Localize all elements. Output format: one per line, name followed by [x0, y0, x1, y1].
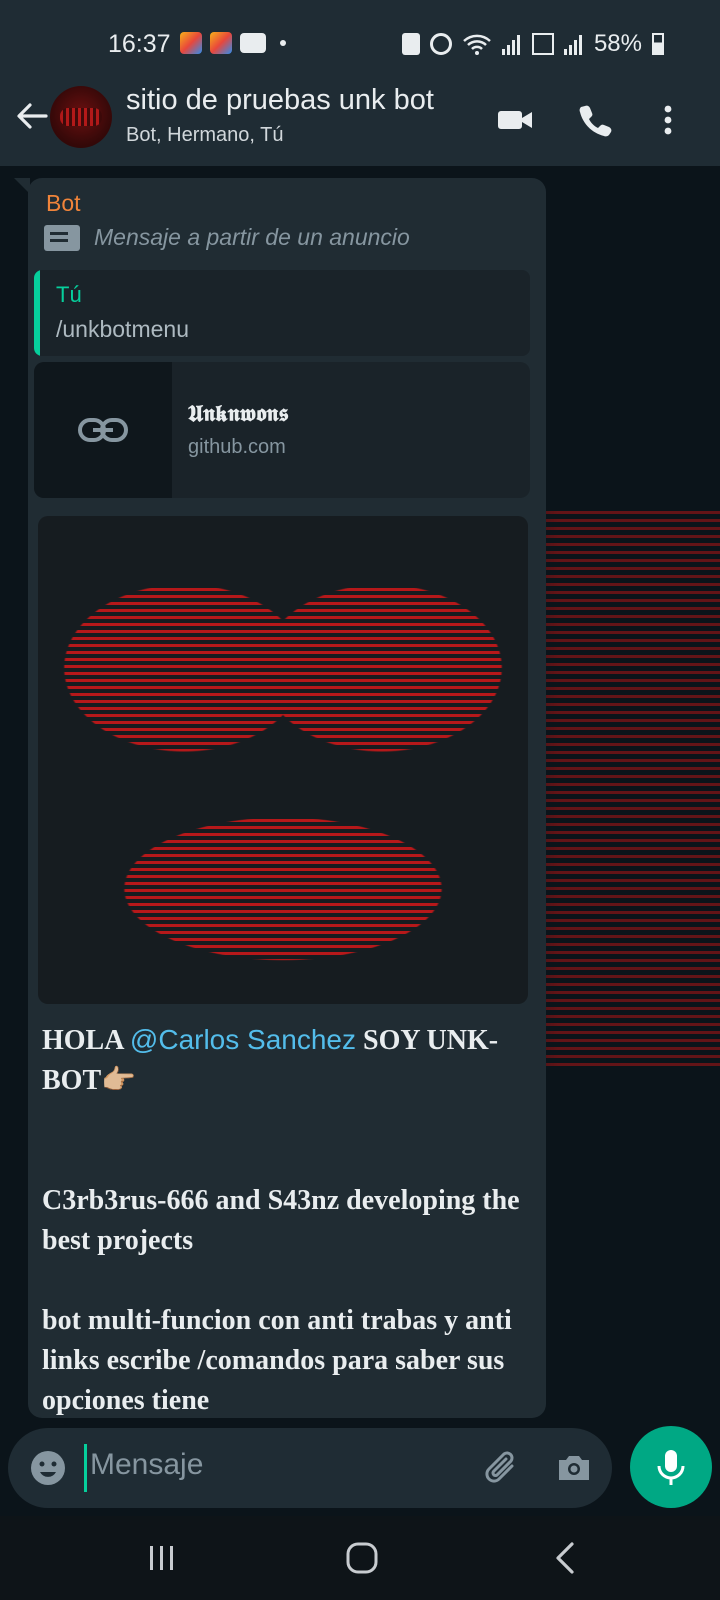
- greeting-prefix: HOLA: [42, 1025, 130, 1056]
- group-avatar[interactable]: [50, 86, 112, 148]
- quote-bar: [34, 270, 40, 356]
- alarm-icon: [429, 33, 452, 55]
- home-icon[interactable]: [342, 1538, 382, 1578]
- greeting-line: HOLA @Carlos Sanchez SOY UNK-BOT👉🏼: [42, 1020, 532, 1101]
- attach-icon[interactable]: [482, 1446, 522, 1490]
- link-domain: github.com: [188, 436, 286, 458]
- video-call-icon[interactable]: [494, 98, 538, 142]
- back-arrow-icon[interactable]: [12, 96, 52, 136]
- more-options-icon[interactable]: [646, 98, 690, 142]
- ad-note-text: Mensaje a partir de un anuncio: [94, 224, 410, 250]
- mention-link[interactable]: @Carlos Sanchez: [130, 1024, 356, 1055]
- signal-icon: [501, 35, 520, 55]
- message-bubble[interactable]: Bot Mensaje a partir de un anuncio Tú /u…: [28, 178, 546, 1418]
- message-image[interactable]: [38, 516, 528, 1004]
- text-cursor: [84, 1444, 87, 1492]
- battery-icon: [652, 33, 664, 55]
- link-title: 𝖀𝖓𝖐𝖓𝖜𝖔𝖓𝖘: [188, 400, 289, 427]
- message-line: C3rb3rus-666 and S43nz developing the be…: [42, 1185, 520, 1256]
- recycle-icon: [401, 33, 420, 55]
- message-line: bot multi-funcion con anti trabas y anti…: [42, 1305, 512, 1416]
- more-notifications-dot-icon: [280, 40, 286, 46]
- chat-header: sitio de pruebas unk bot Bot, Hermano, T…: [0, 78, 720, 166]
- camera-icon[interactable]: [554, 1448, 594, 1488]
- microphone-icon: [657, 1450, 685, 1485]
- voice-message-button[interactable]: [630, 1426, 712, 1508]
- youtube-icon: [240, 33, 266, 53]
- message-sender: Bot: [46, 190, 81, 216]
- notification-icons: [180, 32, 286, 54]
- link-preview[interactable]: 𝖀𝖓𝖐𝖓𝖜𝖔𝖓𝖘 github.com: [34, 362, 530, 498]
- app-notification-icon: [210, 32, 232, 54]
- voice-call-icon[interactable]: [574, 98, 618, 142]
- chat-participants[interactable]: Bot, Hermano, Tú: [126, 124, 283, 147]
- battery-level: 58%: [593, 30, 642, 57]
- system-navigation-bar: [0, 1516, 720, 1600]
- status-bar: 16:37 58%: [0, 0, 720, 88]
- back-nav-icon[interactable]: [546, 1538, 586, 1578]
- chat-title[interactable]: sitio de pruebas unk bot: [126, 84, 434, 117]
- link-icon: [78, 418, 128, 442]
- volte-icon: [531, 33, 554, 55]
- message-input[interactable]: Mensaje: [90, 1448, 203, 1482]
- link-thumbnail: [34, 362, 172, 498]
- system-icons: 58%: [401, 30, 664, 58]
- message-composer: Mensaje: [8, 1428, 612, 1508]
- status-time: 16:37: [108, 30, 171, 58]
- emoji-icon[interactable]: [28, 1448, 68, 1488]
- ascii-art-image: [58, 530, 508, 990]
- quoted-text: /unkbotmenu: [56, 316, 189, 342]
- quoted-author: Tú: [56, 282, 82, 307]
- recent-apps-icon[interactable]: [142, 1538, 182, 1578]
- signal-icon: [563, 35, 582, 55]
- message-text: HOLA @Carlos Sanchez SOY UNK-BOT👉🏼 C3rb3…: [42, 1020, 532, 1418]
- app-notification-icon: [180, 32, 202, 54]
- ad-message-icon: [44, 224, 80, 251]
- ad-note: Mensaje a partir de un anuncio: [44, 224, 410, 251]
- wifi-icon: [463, 34, 491, 55]
- quoted-message[interactable]: Tú /unkbotmenu: [34, 270, 530, 356]
